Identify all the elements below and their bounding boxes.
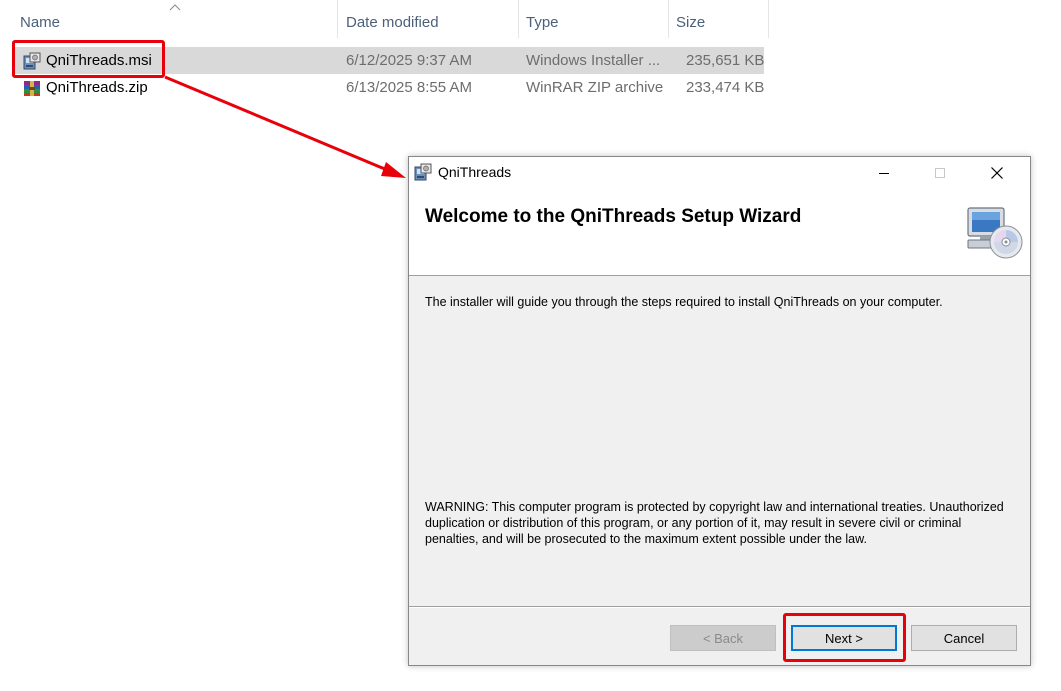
column-header-name-label: Name bbox=[20, 13, 61, 31]
copyright-warning-text: WARNING: This computer program is protec… bbox=[425, 500, 1004, 546]
back-button: < Back bbox=[670, 625, 776, 651]
sort-ascending-icon bbox=[169, 4, 181, 11]
msi-installer-icon bbox=[414, 163, 432, 181]
maximize-icon bbox=[935, 167, 945, 178]
cancel-button[interactable]: Cancel bbox=[911, 625, 1017, 651]
intro-text: The installer will guide you through the… bbox=[425, 295, 943, 309]
dialog-title: QniThreads bbox=[438, 164, 512, 180]
file-row-zip[interactable]: QniThreads.zip 6/13/2025 8:55 AM WinRAR … bbox=[14, 74, 764, 101]
file-date: 6/13/2025 8:55 AM bbox=[346, 79, 472, 96]
column-header-name[interactable]: Name bbox=[12, 0, 322, 44]
column-header-date[interactable]: Date modified bbox=[338, 0, 518, 44]
file-name: QniThreads.zip bbox=[46, 79, 148, 96]
maximize-button bbox=[917, 157, 963, 188]
column-header-size-label: Size bbox=[676, 13, 706, 31]
minimize-icon bbox=[879, 172, 889, 174]
column-header-size[interactable]: Size bbox=[668, 0, 768, 44]
file-size: 233,474 KB bbox=[686, 79, 765, 96]
column-divider[interactable] bbox=[768, 0, 769, 38]
column-header-type[interactable]: Type bbox=[518, 0, 668, 44]
setup-wizard-dialog: QniThreads Welcome to the QniThreads Set… bbox=[408, 156, 1031, 666]
winrar-archive-icon bbox=[24, 81, 40, 96]
wizard-banner: Welcome to the QniThreads Setup Wizard bbox=[409, 188, 1030, 276]
column-header-type-label: Type bbox=[526, 13, 559, 31]
close-icon bbox=[991, 166, 1003, 179]
file-date: 6/12/2025 9:37 AM bbox=[346, 52, 472, 69]
file-size: 235,651 KB bbox=[686, 52, 765, 69]
screenshot-root: Name Date modified Type Size QniThreads.… bbox=[0, 0, 1061, 691]
highlight-box-msi-file bbox=[12, 40, 165, 78]
highlight-box-next-button bbox=[783, 613, 906, 662]
wizard-heading: Welcome to the QniThreads Setup Wizard bbox=[425, 206, 802, 227]
minimize-button[interactable] bbox=[861, 157, 907, 188]
close-button[interactable] bbox=[974, 157, 1020, 188]
file-type: Windows Installer ... bbox=[526, 52, 661, 69]
file-type: WinRAR ZIP archive bbox=[526, 79, 664, 96]
dialog-titlebar[interactable]: QniThreads bbox=[409, 157, 1030, 188]
arrow-head-icon bbox=[381, 162, 406, 178]
computer-cd-setup-icon bbox=[967, 207, 1023, 259]
button-area-divider-highlight bbox=[409, 607, 1030, 608]
column-header-date-label: Date modified bbox=[346, 13, 439, 31]
